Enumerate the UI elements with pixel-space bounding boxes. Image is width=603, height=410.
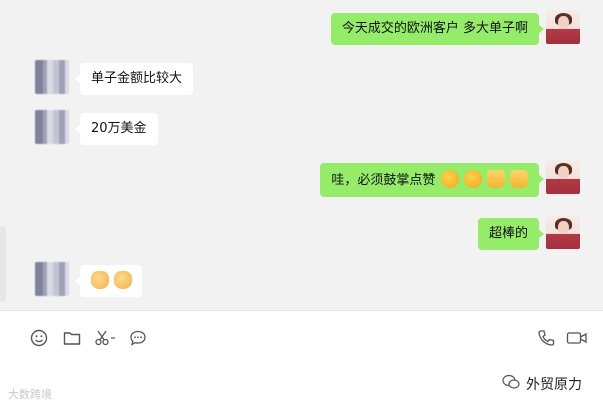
my-avatar[interactable] <box>546 160 580 194</box>
victory-hand-emoji-icon <box>114 271 133 289</box>
chat-bubble-icon[interactable] <box>128 329 148 349</box>
incoming-message-bubble[interactable]: 单子金额比较大 <box>74 63 194 95</box>
message-text: 20万美金 <box>91 121 147 136</box>
victory-hand-emoji-icon <box>91 271 109 289</box>
message-row: 今天成交的欧洲客户 多大单子啊 <box>0 10 603 50</box>
clap-emoji-icon <box>440 170 459 188</box>
phone-icon[interactable] <box>536 329 556 349</box>
incoming-message-bubble[interactable] <box>74 265 143 297</box>
message-row: 超棒的 <box>0 215 603 255</box>
message-row: 20万美金 <box>0 110 603 150</box>
message-row <box>0 262 603 302</box>
clap-emoji-icon <box>463 170 482 188</box>
incoming-message-bubble[interactable]: 20万美金 <box>75 113 158 145</box>
contact-avatar[interactable] <box>35 110 69 144</box>
my-avatar[interactable] <box>546 215 580 249</box>
message-row: 单子金额比较大 <box>0 60 603 100</box>
scissors-icon[interactable] <box>94 329 118 349</box>
message-text: 超棒的 <box>488 226 528 241</box>
chat-area: 今天成交的欧洲客户 多大单子啊 单子金额比较大 20万美金 哇，必须鼓掌点赞 超… <box>0 0 603 310</box>
thumbs-up-emoji-icon <box>510 170 528 188</box>
outgoing-message-bubble[interactable]: 今天成交的欧洲客户 多大单子啊 <box>330 13 545 45</box>
message-text: 今天成交的欧洲客户 多大单子啊 <box>341 21 528 36</box>
my-avatar[interactable] <box>546 10 580 44</box>
watermark-right: 外贸原力 <box>526 377 582 393</box>
outgoing-message-bubble[interactable]: 超棒的 <box>477 218 545 250</box>
contact-avatar[interactable] <box>35 60 69 94</box>
message-row: 哇，必须鼓掌点赞 <box>0 160 603 200</box>
outgoing-message-bubble[interactable]: 哇，必须鼓掌点赞 <box>320 163 544 197</box>
watermark-left: 大数跨境 <box>8 388 52 401</box>
message-text: 单子金额比较大 <box>91 71 183 86</box>
emoji-icon[interactable] <box>29 329 49 349</box>
folder-icon[interactable] <box>62 329 82 349</box>
message-text: 哇，必须鼓掌点赞 <box>331 173 436 188</box>
wechat-official-account-icon <box>502 374 520 389</box>
video-camera-icon[interactable] <box>565 329 589 349</box>
input-toolbar <box>0 310 603 410</box>
contact-avatar[interactable] <box>35 262 69 296</box>
thumbs-up-emoji-icon <box>486 170 505 188</box>
